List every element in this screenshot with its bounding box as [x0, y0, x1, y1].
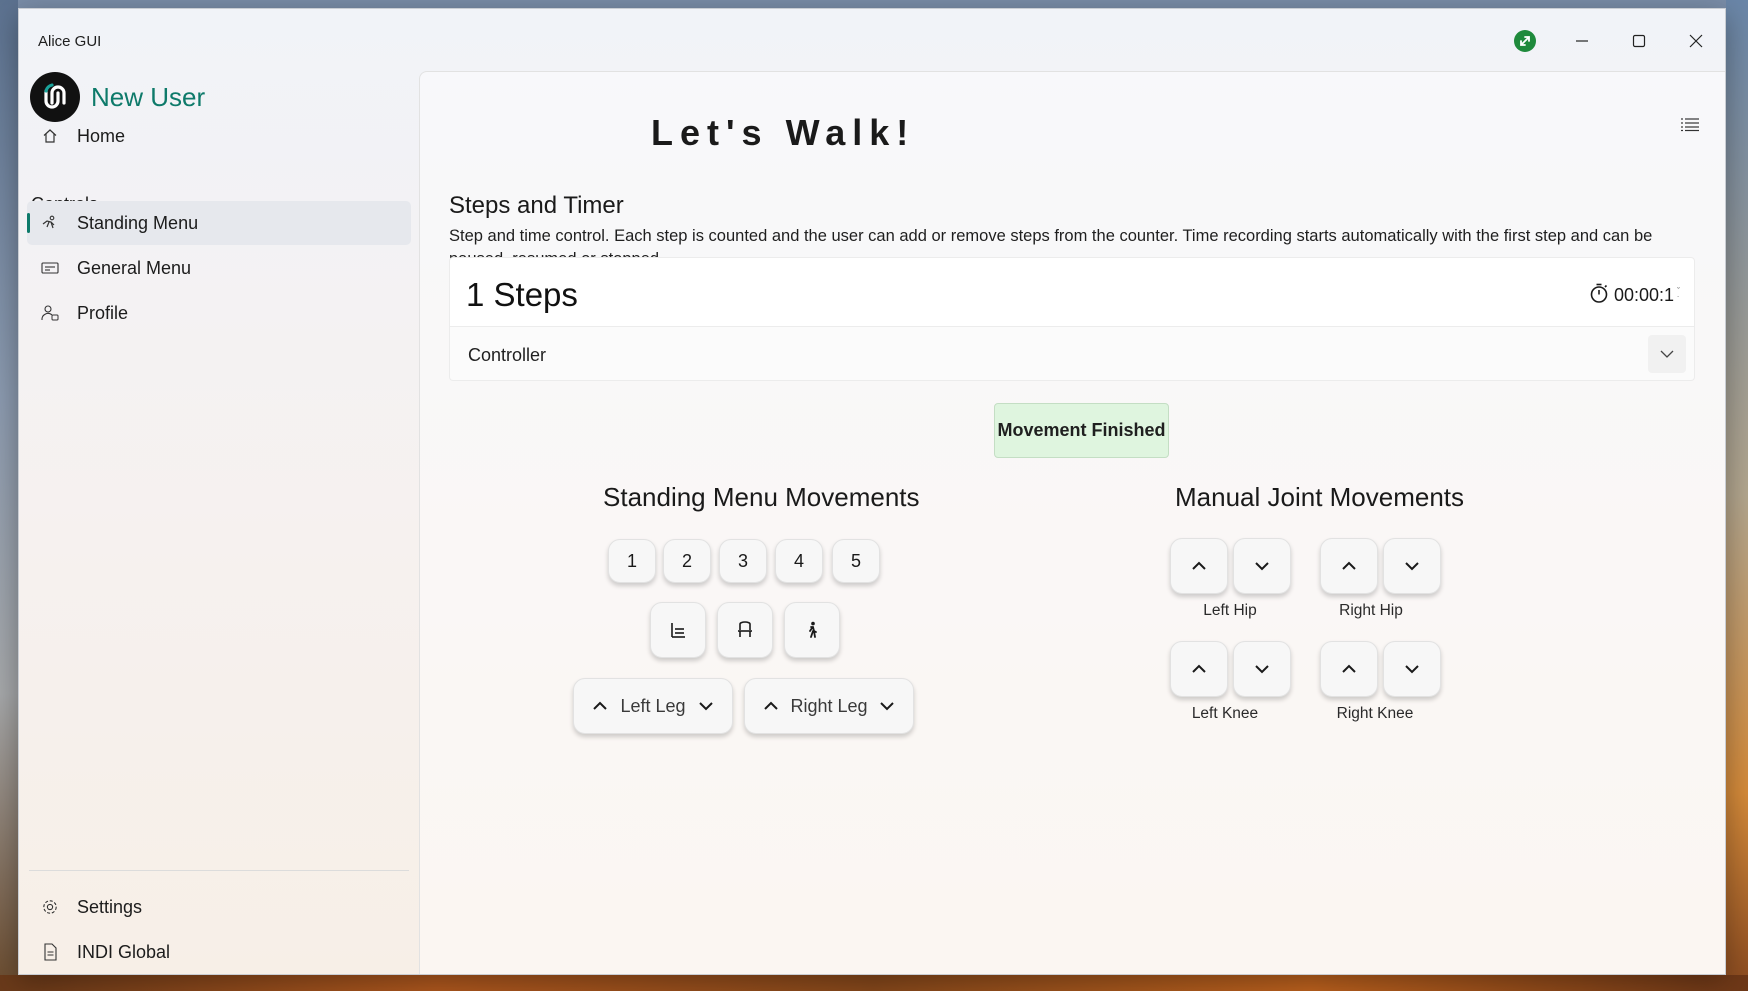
status-badge: Movement Finished	[994, 403, 1169, 458]
chevron-up-icon	[1342, 561, 1356, 570]
right-knee-label: Right Knee	[1336, 705, 1414, 722]
sidebar-item-home[interactable]: Home	[27, 114, 411, 158]
movement-3-button[interactable]: 3	[719, 539, 767, 583]
left-leg-down-button[interactable]	[698, 700, 714, 712]
chevron-up-icon	[1342, 664, 1356, 673]
left-hip-up-button[interactable]	[1170, 538, 1228, 594]
sidebar-item-label: General Menu	[77, 257, 192, 278]
sit-position-icon	[671, 623, 685, 638]
sidebar-item-indi-global[interactable]: INDI Global	[27, 930, 411, 974]
left-knee-down-button[interactable]	[1233, 641, 1291, 697]
chevron-up-icon	[1192, 664, 1206, 673]
movement-5-button[interactable]: 5	[832, 539, 880, 583]
document-icon	[39, 941, 61, 963]
menu-card-icon	[39, 257, 61, 279]
maximize-button[interactable]	[1616, 21, 1662, 61]
left-hip-label: Left Hip	[1203, 602, 1257, 619]
left-leg-up-button[interactable]	[592, 700, 608, 712]
app-window: Alice GUI New User Home Standing Menu Ge…	[18, 8, 1726, 975]
sidebar-item-settings[interactable]: Settings	[27, 885, 411, 929]
sidebar-item-label: INDI Global	[77, 941, 171, 962]
movement-1-button[interactable]: 1	[608, 539, 656, 583]
chevron-down-icon	[1405, 665, 1419, 674]
movement-4-button[interactable]: 4	[775, 539, 823, 583]
left-leg-label: Left Leg	[620, 695, 686, 716]
connection-status-icon[interactable]	[1514, 30, 1536, 52]
controller-label: Controller	[468, 345, 547, 365]
sidebar: New User Home Controls Standing Menu Gen…	[19, 65, 419, 974]
standing-icon	[39, 212, 61, 234]
sidebar-item-standing-menu[interactable]: Standing Menu	[27, 201, 411, 245]
right-leg-label: Right Leg	[790, 695, 868, 716]
standing-movements-title: Standing Menu Movements	[603, 482, 920, 512]
left-knee-up-button[interactable]	[1170, 641, 1228, 697]
walk-button[interactable]	[784, 602, 840, 658]
home-icon	[39, 125, 61, 147]
steps-card: 1 Steps 00:00:1 ˇ ˙	[449, 257, 1695, 327]
chevron-down-icon	[1255, 665, 1269, 674]
sidebar-item-label: Profile	[77, 302, 129, 323]
sit-position-button[interactable]	[650, 602, 706, 658]
page-title: Let's Walk!	[651, 112, 916, 153]
sidebar-item-label: Standing Menu	[77, 212, 199, 233]
sidebar-item-label: Home	[77, 125, 126, 146]
user-name: New User	[91, 81, 206, 112]
gear-icon	[39, 896, 61, 918]
profile-icon	[39, 302, 61, 324]
right-knee-up-button[interactable]	[1320, 641, 1378, 697]
sidebar-item-label: Settings	[77, 896, 143, 917]
list-icon[interactable]	[1676, 110, 1704, 138]
right-hip-down-button[interactable]	[1383, 538, 1441, 594]
timer-value: 00:00:1	[1613, 285, 1674, 305]
left-leg-control: Left Leg	[573, 678, 733, 734]
chevron-down-icon	[1255, 562, 1269, 571]
stopwatch-icon	[1588, 282, 1610, 309]
section-title-steps-timer: Steps and Timer	[449, 192, 624, 219]
walk-icon	[809, 621, 817, 638]
right-hip-label: Right Hip	[1339, 602, 1403, 619]
left-knee-label: Left Knee	[1191, 705, 1259, 722]
desktop-background-left	[0, 0, 18, 991]
controller-expander[interactable]: Controller	[449, 327, 1695, 381]
chevron-down-icon	[1405, 562, 1419, 571]
chair-icon	[738, 621, 752, 637]
desktop-background-right	[1726, 0, 1748, 991]
chevron-up-icon	[1192, 561, 1206, 570]
sidebar-item-general-menu[interactable]: General Menu	[27, 246, 411, 290]
right-leg-control: Right Leg	[744, 678, 914, 734]
right-leg-down-button[interactable]	[879, 700, 895, 712]
chair-button[interactable]	[717, 602, 773, 658]
manual-movements-title: Manual Joint Movements	[1175, 482, 1465, 512]
movement-2-button[interactable]: 2	[663, 539, 711, 583]
app-title: Alice GUI	[38, 33, 102, 50]
steps-counter: 1 Steps	[466, 276, 578, 313]
title-bar[interactable]: Alice GUI	[19, 9, 1725, 73]
sidebar-item-profile[interactable]: Profile	[27, 291, 411, 335]
right-knee-down-button[interactable]	[1383, 641, 1441, 697]
timer[interactable]: 00:00:1 ˇ ˙	[1588, 282, 1680, 309]
chevron-down-icon[interactable]	[1648, 335, 1686, 373]
main-panel: Let's Walk! Steps and Timer Step and tim…	[419, 71, 1725, 974]
left-hip-down-button[interactable]	[1233, 538, 1291, 594]
right-hip-up-button[interactable]	[1320, 538, 1378, 594]
desktop-background-bottom	[0, 975, 1748, 991]
right-leg-up-button[interactable]	[763, 700, 779, 712]
sidebar-divider	[29, 870, 409, 871]
minimize-button[interactable]	[1559, 21, 1605, 61]
timer-scroll-icon: ˇ ˙	[1677, 285, 1680, 305]
close-button[interactable]	[1673, 21, 1719, 61]
